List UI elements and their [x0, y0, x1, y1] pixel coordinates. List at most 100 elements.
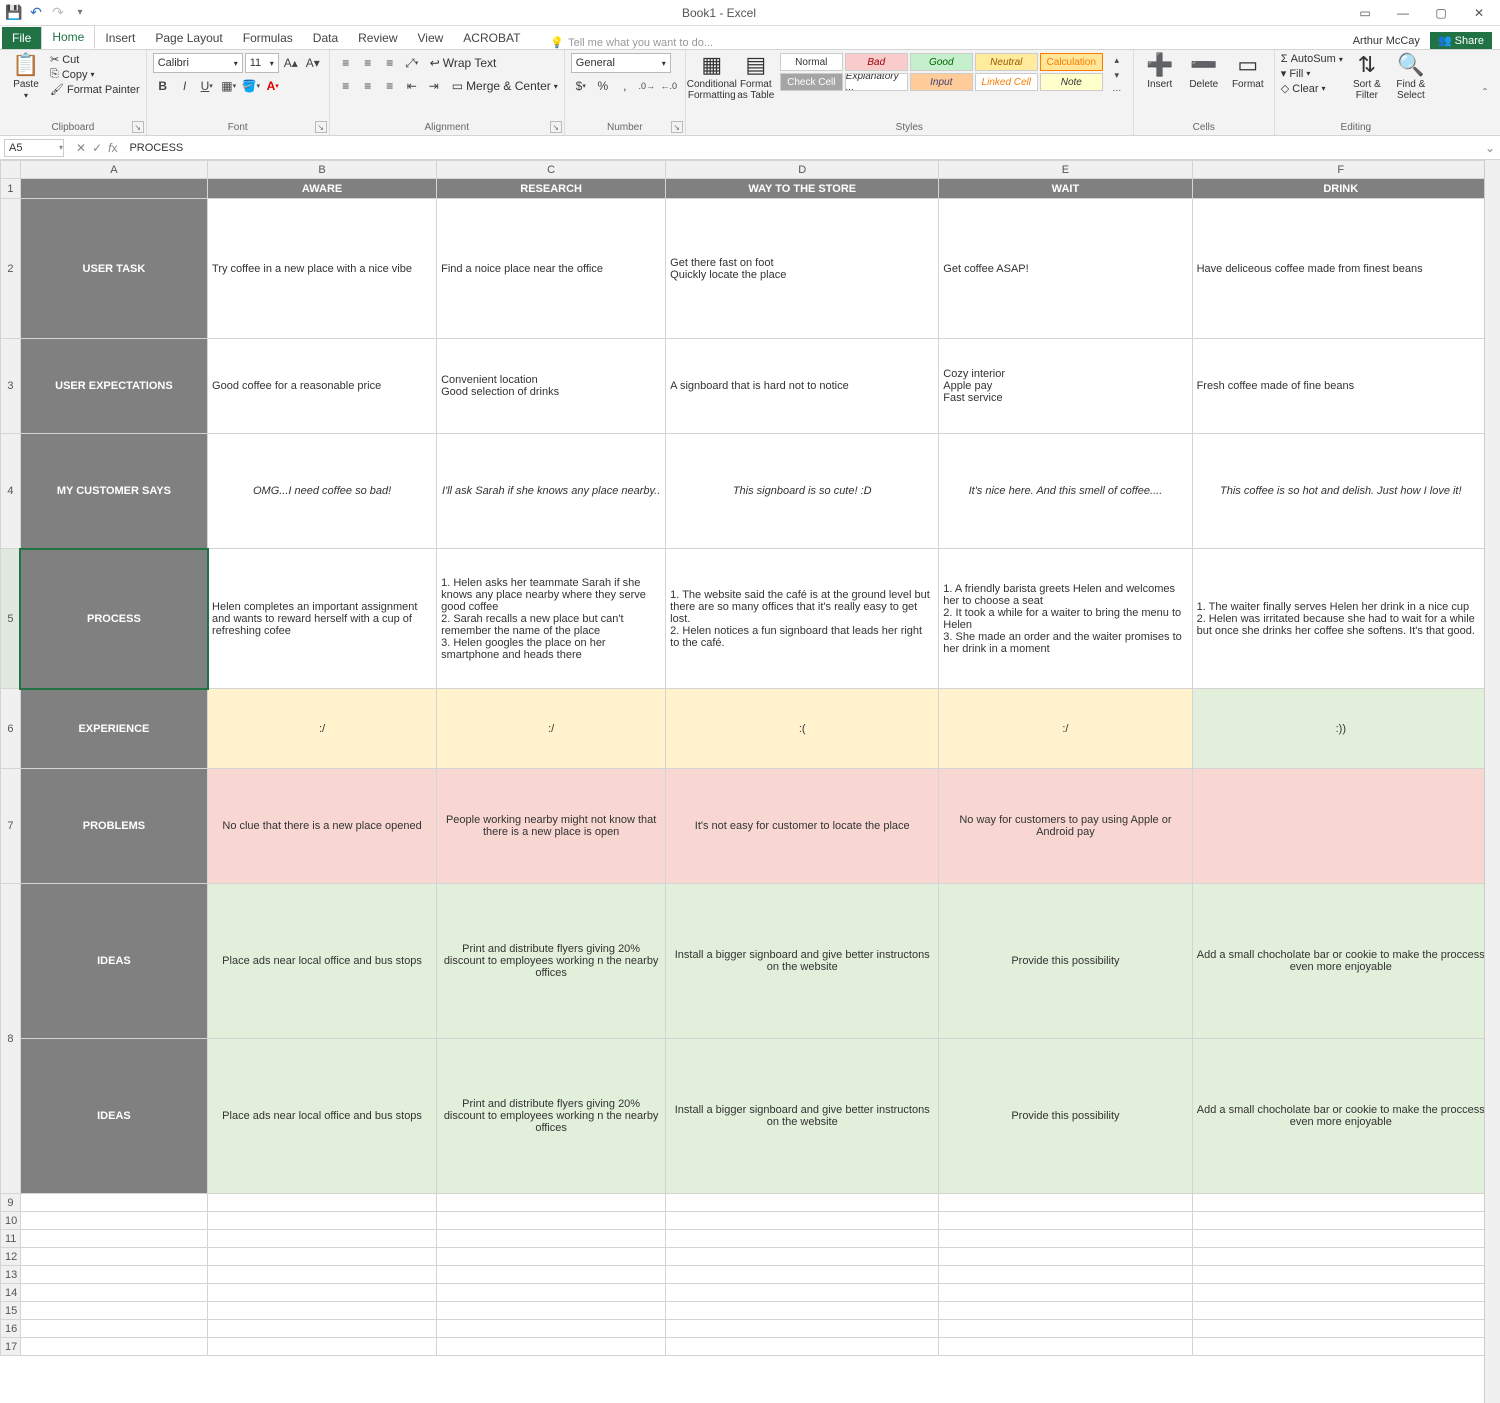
- find-select-button[interactable]: 🔍Find & Select: [1391, 53, 1431, 101]
- font-size-select[interactable]: 11▾: [245, 53, 279, 73]
- cell[interactable]: No way for customers to pay using Apple …: [939, 769, 1192, 884]
- minimize-icon[interactable]: —: [1388, 6, 1418, 20]
- conditional-formatting-button[interactable]: ▦Conditional Formatting: [692, 53, 732, 101]
- format-painter-button[interactable]: 🖌Format Painter: [50, 83, 140, 96]
- cell[interactable]: Try coffee in a new place with a nice vi…: [208, 199, 437, 339]
- tab-view[interactable]: View: [408, 27, 454, 49]
- decrease-decimal-button[interactable]: ←.0: [659, 76, 679, 96]
- cell[interactable]: Place ads near local office and bus stop…: [208, 1039, 437, 1194]
- merge-center-button[interactable]: ▭Merge & Center▾: [452, 79, 558, 93]
- cell[interactable]: [1192, 1194, 1484, 1212]
- cell[interactable]: [208, 1266, 437, 1284]
- cell[interactable]: [20, 1338, 207, 1356]
- cell[interactable]: [437, 1248, 666, 1266]
- share-button[interactable]: 👥Share: [1430, 32, 1492, 49]
- style-check-cell[interactable]: Check Cell: [780, 73, 843, 91]
- cell[interactable]: [20, 1302, 207, 1320]
- tab-file[interactable]: File: [2, 27, 41, 49]
- cell[interactable]: WAY TO THE STORE: [666, 179, 939, 199]
- cell-styles-gallery[interactable]: Normal Bad Good Neutral Calculation Chec…: [780, 53, 1103, 91]
- style-normal[interactable]: Normal: [780, 53, 843, 71]
- insert-cells-button[interactable]: ➕Insert: [1140, 53, 1180, 90]
- cell[interactable]: People working nearby might not know tha…: [437, 769, 666, 884]
- sort-filter-button[interactable]: ⇅Sort & Filter: [1347, 53, 1387, 101]
- underline-button[interactable]: U▾: [197, 76, 217, 96]
- col-header-A[interactable]: A: [20, 161, 207, 179]
- fill-button[interactable]: ▾Fill▾: [1281, 67, 1343, 80]
- align-left-button[interactable]: ≡: [336, 76, 356, 96]
- align-bottom-button[interactable]: ≡: [380, 53, 400, 73]
- format-cells-button[interactable]: ▭Format: [1228, 53, 1268, 90]
- expand-formula-icon[interactable]: ⌄: [1480, 141, 1500, 155]
- format-as-table-button[interactable]: ▤Format as Table: [736, 53, 776, 101]
- align-right-button[interactable]: ≡: [380, 76, 400, 96]
- delete-cells-button[interactable]: ➖Delete: [1184, 53, 1224, 90]
- cell[interactable]: Install a bigger signboard and give bett…: [666, 884, 939, 1039]
- number-format-select[interactable]: General▾: [571, 53, 671, 73]
- row-header[interactable]: 16: [1, 1320, 21, 1338]
- cell[interactable]: Print and distribute flyers giving 20% d…: [437, 884, 666, 1039]
- cell[interactable]: Fresh coffee made of fine beans: [1192, 339, 1484, 434]
- cell[interactable]: Helen completes an important assignment …: [208, 549, 437, 689]
- cell[interactable]: :(: [666, 689, 939, 769]
- style-neutral[interactable]: Neutral: [975, 53, 1038, 71]
- cell[interactable]: [20, 179, 207, 199]
- cell[interactable]: 1. The waiter finally serves Helen her d…: [1192, 549, 1484, 689]
- cell[interactable]: [939, 1338, 1192, 1356]
- col-header-C[interactable]: C: [437, 161, 666, 179]
- cell[interactable]: Have deliceous coffee made from finest b…: [1192, 199, 1484, 339]
- row-header[interactable]: 15: [1, 1302, 21, 1320]
- cell[interactable]: [939, 1212, 1192, 1230]
- cell[interactable]: Find a noice place near the office: [437, 199, 666, 339]
- cell[interactable]: [939, 1302, 1192, 1320]
- cell[interactable]: [208, 1230, 437, 1248]
- cell[interactable]: [666, 1338, 939, 1356]
- fill-color-button[interactable]: 🪣▾: [241, 76, 261, 96]
- cell[interactable]: [1192, 1212, 1484, 1230]
- clipboard-launcher-icon[interactable]: ↘: [132, 121, 144, 133]
- row-header[interactable]: 6: [1, 689, 21, 769]
- cell[interactable]: PROBLEMS: [20, 769, 207, 884]
- cell[interactable]: USER TASK: [20, 199, 207, 339]
- cell[interactable]: OMG...I need coffee so bad!: [208, 434, 437, 549]
- align-top-button[interactable]: ≡: [336, 53, 356, 73]
- number-launcher-icon[interactable]: ↘: [671, 121, 683, 133]
- ribbon-options-icon[interactable]: ▭: [1350, 6, 1380, 20]
- cell[interactable]: [666, 1230, 939, 1248]
- decrease-indent-button[interactable]: ⇤: [402, 76, 422, 96]
- cell[interactable]: [20, 1284, 207, 1302]
- cell[interactable]: [1192, 1302, 1484, 1320]
- cell[interactable]: [20, 1230, 207, 1248]
- cell[interactable]: [437, 1320, 666, 1338]
- row-header[interactable]: 3: [1, 339, 21, 434]
- cell[interactable]: WAIT: [939, 179, 1192, 199]
- cell[interactable]: MY CUSTOMER SAYS: [20, 434, 207, 549]
- cell-selected[interactable]: PROCESS: [20, 549, 207, 689]
- style-linked-cell[interactable]: Linked Cell: [975, 73, 1038, 91]
- tab-page-layout[interactable]: Page Layout: [145, 27, 232, 49]
- tab-insert[interactable]: Insert: [95, 27, 145, 49]
- cell[interactable]: [208, 1212, 437, 1230]
- redo-icon[interactable]: ↷: [50, 5, 66, 21]
- cell[interactable]: No clue that there is a new place opened: [208, 769, 437, 884]
- row-header[interactable]: 17: [1, 1338, 21, 1356]
- cell[interactable]: Add a small chocholate bar or cookie to …: [1192, 884, 1484, 1039]
- cell[interactable]: [939, 1194, 1192, 1212]
- row-header[interactable]: 4: [1, 434, 21, 549]
- cell[interactable]: [939, 1248, 1192, 1266]
- cell[interactable]: This coffee is so hot and delish. Just h…: [1192, 434, 1484, 549]
- row-header[interactable]: 11: [1, 1230, 21, 1248]
- tab-review[interactable]: Review: [348, 27, 407, 49]
- copy-button[interactable]: ⎘Copy▾: [50, 68, 140, 81]
- alignment-launcher-icon[interactable]: ↘: [550, 121, 562, 133]
- cell[interactable]: [208, 1302, 437, 1320]
- shrink-font-button[interactable]: A▾: [303, 53, 323, 73]
- row-header[interactable]: 1: [1, 179, 21, 199]
- cell[interactable]: RESEARCH: [437, 179, 666, 199]
- increase-indent-button[interactable]: ⇥: [424, 76, 444, 96]
- col-header-E[interactable]: E: [939, 161, 1192, 179]
- increase-decimal-button[interactable]: .0→: [637, 76, 657, 96]
- row-header[interactable]: 2: [1, 199, 21, 339]
- border-button[interactable]: ▦▾: [219, 76, 239, 96]
- row-header[interactable]: 7: [1, 769, 21, 884]
